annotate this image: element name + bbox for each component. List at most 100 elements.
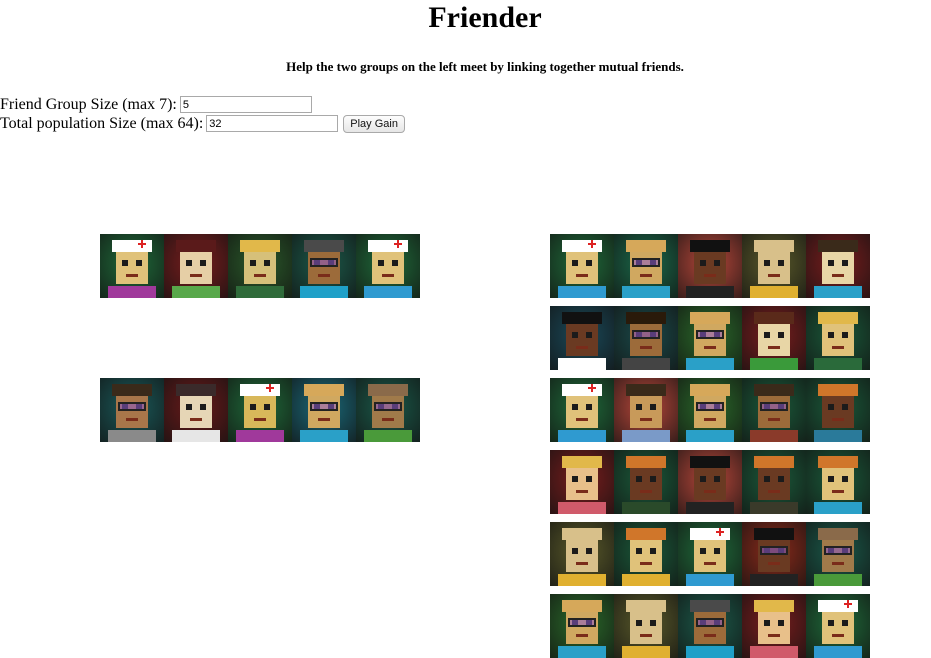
friend-group-b bbox=[100, 378, 420, 442]
avatar-shades[interactable] bbox=[292, 234, 356, 298]
eye-icon bbox=[636, 620, 642, 626]
avatar-p2[interactable] bbox=[614, 234, 678, 298]
avatar-p3[interactable] bbox=[678, 234, 742, 298]
avatar-glasses-girl[interactable] bbox=[100, 378, 164, 442]
avatar-p6[interactable] bbox=[550, 306, 614, 370]
shirt-icon bbox=[558, 574, 606, 586]
hair-icon bbox=[754, 600, 794, 612]
avatar-bald-specs[interactable] bbox=[356, 378, 420, 442]
eye-icon bbox=[828, 620, 834, 626]
glasses-icon bbox=[824, 546, 852, 555]
avatar-p18[interactable] bbox=[678, 450, 742, 514]
eye-icon bbox=[264, 260, 270, 266]
avatar-p24[interactable] bbox=[742, 522, 806, 586]
avatar-p23[interactable] bbox=[678, 522, 742, 586]
hair-icon bbox=[562, 240, 602, 252]
eye-icon bbox=[636, 404, 642, 410]
eye-icon bbox=[842, 332, 848, 338]
eye-icon bbox=[842, 476, 848, 482]
mouth-icon bbox=[126, 274, 138, 277]
glasses-icon bbox=[118, 402, 146, 411]
avatar-p4[interactable] bbox=[742, 234, 806, 298]
mouth-icon bbox=[640, 346, 652, 349]
avatar-p17[interactable] bbox=[614, 450, 678, 514]
hair-icon bbox=[690, 312, 730, 324]
avatar-purple-specs[interactable] bbox=[292, 378, 356, 442]
hair-icon bbox=[818, 600, 858, 612]
avatar-p21[interactable] bbox=[550, 522, 614, 586]
settings-form: Friend Group Size (max 7): Total populat… bbox=[0, 95, 405, 133]
avatar-p16[interactable] bbox=[550, 450, 614, 514]
avatar-p30[interactable] bbox=[806, 594, 870, 658]
eye-icon bbox=[572, 548, 578, 554]
avatar-p25[interactable] bbox=[806, 522, 870, 586]
avatar-p13[interactable] bbox=[678, 378, 742, 442]
eye-icon bbox=[828, 476, 834, 482]
shirt-icon bbox=[622, 358, 670, 370]
avatar-p9[interactable] bbox=[742, 306, 806, 370]
avatar-p7[interactable] bbox=[614, 306, 678, 370]
hair-icon bbox=[562, 456, 602, 468]
avatar-nurse[interactable] bbox=[100, 234, 164, 298]
eye-icon bbox=[650, 404, 656, 410]
friend-group-a bbox=[100, 234, 420, 298]
avatar-p27[interactable] bbox=[614, 594, 678, 658]
eye-icon bbox=[650, 620, 656, 626]
mouth-icon bbox=[704, 346, 716, 349]
mouth-icon bbox=[768, 346, 780, 349]
shirt-icon bbox=[814, 574, 862, 586]
shirt-icon bbox=[814, 286, 862, 298]
avatar-goatee[interactable] bbox=[164, 378, 228, 442]
group-size-input[interactable] bbox=[179, 96, 312, 113]
avatar-p12[interactable] bbox=[614, 378, 678, 442]
population-label: Total population Size (max 64): bbox=[0, 114, 204, 132]
avatar-p29[interactable] bbox=[742, 594, 806, 658]
eye-icon bbox=[714, 548, 720, 554]
red-cross-icon bbox=[266, 384, 274, 392]
avatar-p8[interactable] bbox=[678, 306, 742, 370]
avatar-brunette[interactable] bbox=[164, 234, 228, 298]
mouth-icon bbox=[576, 418, 588, 421]
avatar-p15[interactable] bbox=[806, 378, 870, 442]
avatar-p20[interactable] bbox=[806, 450, 870, 514]
shirt-icon bbox=[814, 358, 862, 370]
red-cross-icon bbox=[138, 240, 146, 248]
avatar-nurse-3[interactable] bbox=[228, 378, 292, 442]
avatar-p19[interactable] bbox=[742, 450, 806, 514]
page-title: Friender bbox=[428, 1, 542, 34]
eye-icon bbox=[572, 332, 578, 338]
avatar-p10[interactable] bbox=[806, 306, 870, 370]
hair-icon bbox=[754, 528, 794, 540]
mouth-icon bbox=[768, 634, 780, 637]
eye-icon bbox=[842, 620, 848, 626]
avatar-p28[interactable] bbox=[678, 594, 742, 658]
eye-icon bbox=[586, 332, 592, 338]
eye-icon bbox=[700, 548, 706, 554]
avatar-p11[interactable] bbox=[550, 378, 614, 442]
mouth-icon bbox=[704, 490, 716, 493]
avatar-p22[interactable] bbox=[614, 522, 678, 586]
hair-icon bbox=[240, 240, 280, 252]
shirt-icon bbox=[558, 646, 606, 658]
mouth-icon bbox=[640, 490, 652, 493]
hair-icon bbox=[754, 456, 794, 468]
eye-icon bbox=[572, 476, 578, 482]
mouth-icon bbox=[640, 562, 652, 565]
shirt-icon bbox=[750, 358, 798, 370]
avatar-p26[interactable] bbox=[550, 594, 614, 658]
shirt-icon bbox=[622, 574, 670, 586]
hair-icon bbox=[754, 312, 794, 324]
play-game-button[interactable]: Play Gain bbox=[343, 114, 405, 133]
hair-icon bbox=[368, 384, 408, 396]
population-row bbox=[550, 594, 870, 658]
avatar-blonde[interactable] bbox=[228, 234, 292, 298]
avatar-nurse-2[interactable] bbox=[356, 234, 420, 298]
hair-icon bbox=[754, 240, 794, 252]
population-input[interactable] bbox=[206, 115, 339, 132]
glasses-icon bbox=[632, 258, 660, 267]
mouth-icon bbox=[832, 490, 844, 493]
avatar-p5[interactable] bbox=[806, 234, 870, 298]
avatar-p14[interactable] bbox=[742, 378, 806, 442]
avatar-p1[interactable] bbox=[550, 234, 614, 298]
red-cross-icon bbox=[588, 384, 596, 392]
